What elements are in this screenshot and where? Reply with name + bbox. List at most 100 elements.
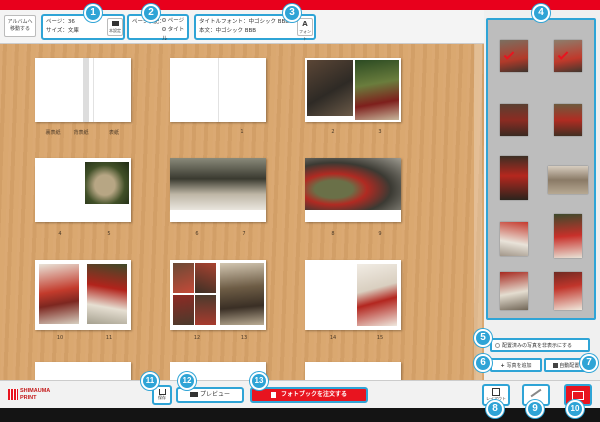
wand-icon [530, 388, 542, 398]
auto-place-label: 自動配置 [559, 363, 580, 369]
spine [83, 58, 89, 122]
spread-next-a[interactable] [35, 362, 131, 380]
page-label-front-cover: 表紙 [108, 130, 119, 136]
photo [173, 295, 194, 325]
thumbnail[interactable] [554, 104, 582, 136]
logo-text-1: SHIMAUMA [20, 388, 51, 394]
hide-placed-photos-toggle[interactable]: 配置済みの写真を非表示にする [490, 338, 590, 352]
add-photo-label: 写真を追加 [506, 363, 532, 369]
hide-placed-label: 配置済みの写真を非表示にする [502, 343, 573, 349]
page-label-13: 13 [240, 335, 248, 341]
spread-4-5[interactable] [35, 158, 131, 222]
font-button-label: フォント [299, 29, 311, 41]
grid-icon [552, 363, 558, 368]
photobook-editor: アルバムへ 移動する ページ：36 サイズ：文庫 本設定 ページ表記： ページ … [0, 0, 600, 422]
zebra-icon [8, 389, 18, 400]
badge-1: 1 [84, 4, 102, 22]
book-icon [111, 21, 119, 26]
photo [39, 264, 79, 324]
thumbnail[interactable] [548, 166, 588, 194]
thumbnail[interactable] [500, 272, 528, 310]
book-icon [190, 392, 199, 397]
thumbnail[interactable] [554, 272, 582, 310]
photo [170, 158, 266, 210]
hide-placed-checkbox[interactable] [495, 343, 500, 348]
shimauma-logo: SHIMAUMA PRINT [8, 388, 64, 402]
page-label-5: 5 [107, 231, 111, 237]
badge-8: 8 [486, 400, 504, 418]
spread-next-c[interactable] [305, 362, 401, 380]
badge-5: 5 [474, 329, 492, 347]
spread-cover[interactable] [35, 58, 131, 122]
badge-6: 6 [474, 354, 492, 372]
font-icon: A [302, 20, 308, 28]
photo [355, 60, 399, 120]
badge-13: 13 [250, 372, 268, 390]
spread-10-11[interactable] [35, 260, 131, 330]
photo [195, 295, 216, 325]
page-label-9: 9 [378, 231, 382, 237]
photo [305, 158, 401, 210]
badge-4: 4 [532, 4, 550, 22]
badge-9: 9 [526, 400, 544, 418]
save-label: 保存 [158, 395, 166, 400]
page-label-10: 10 [56, 335, 64, 341]
thumbnail[interactable] [500, 222, 528, 256]
photo [220, 263, 264, 325]
badge-7: 7 [580, 354, 598, 372]
order-label: フォトブックを注文する [281, 391, 348, 398]
back-button-line1: アルバムへ [7, 19, 33, 25]
book-settings-button[interactable]: 本設定 [107, 18, 123, 36]
badge-11: 11 [141, 372, 159, 390]
book-info-panel: ページ：36 サイズ：文庫 本設定 [41, 14, 125, 40]
add-photo-button[interactable]: + 写真を追加 [490, 358, 542, 372]
thumbnail[interactable] [500, 156, 528, 200]
radio-title[interactable] [162, 27, 166, 31]
page-label-spine: 背表紙 [73, 130, 89, 136]
page-label-3: 3 [378, 129, 382, 135]
header-toolbar: アルバムへ 移動する ページ：36 サイズ：文庫 本設定 ページ表記： ページ … [0, 10, 484, 44]
order-photobook-button[interactable]: フォトブックを注文する [250, 387, 368, 403]
badge-3: 3 [283, 4, 301, 22]
spread-14-15[interactable] [305, 260, 401, 330]
spread-2-3[interactable] [305, 58, 401, 122]
photo [85, 162, 129, 204]
spread-8-9[interactable] [305, 158, 401, 222]
spread-6-7[interactable] [170, 158, 266, 222]
back-button-line2: 移動する [9, 26, 30, 32]
badge-2: 2 [142, 4, 160, 22]
page-label-12: 12 [193, 335, 201, 341]
page-label-2: 2 [331, 129, 335, 135]
layout-icon [492, 388, 500, 396]
spread-canvas[interactable]: 裏表紙 背表紙 表紙 1 2 3 4 5 6 7 8 9 10 11 12 13… [0, 44, 484, 380]
thumbnail[interactable] [554, 214, 582, 258]
page-label-15: 15 [376, 335, 384, 341]
badge-10: 10 [566, 400, 584, 418]
back-to-album-button[interactable]: アルバムへ 移動する [4, 15, 36, 37]
photo [173, 263, 194, 293]
preview-label: プレビュー [199, 391, 230, 398]
photo [87, 264, 127, 324]
image-icon [572, 391, 584, 400]
badge-12: 12 [178, 372, 196, 390]
spread-1[interactable] [170, 58, 266, 122]
footer-toolbar: SHIMAUMA PRINT 保存 プレビュー フォトブックを注文する レイアウ… [0, 380, 600, 408]
photo [307, 60, 353, 116]
photo-thumbnail-panel[interactable] [486, 18, 596, 320]
cart-icon [270, 391, 276, 398]
page-label-back-cover: 裏表紙 [45, 130, 61, 136]
settings-label: 本設定 [109, 28, 121, 33]
body-font-text: 本文：中ゴシック BBB [199, 28, 257, 34]
radio-page-label: ページ [167, 18, 185, 24]
photo [195, 263, 216, 293]
page-label-11: 11 [105, 335, 113, 341]
font-button[interactable]: A フォント [297, 18, 313, 41]
page-label-14: 14 [329, 335, 337, 341]
page-label-7: 7 [242, 231, 246, 237]
spread-12-13[interactable] [170, 260, 266, 330]
radio-page[interactable] [162, 18, 166, 22]
page-label-4: 4 [58, 231, 62, 237]
thumbnail[interactable] [500, 104, 528, 136]
footer-dark-strip [0, 408, 600, 422]
page-label-6: 6 [195, 231, 199, 237]
